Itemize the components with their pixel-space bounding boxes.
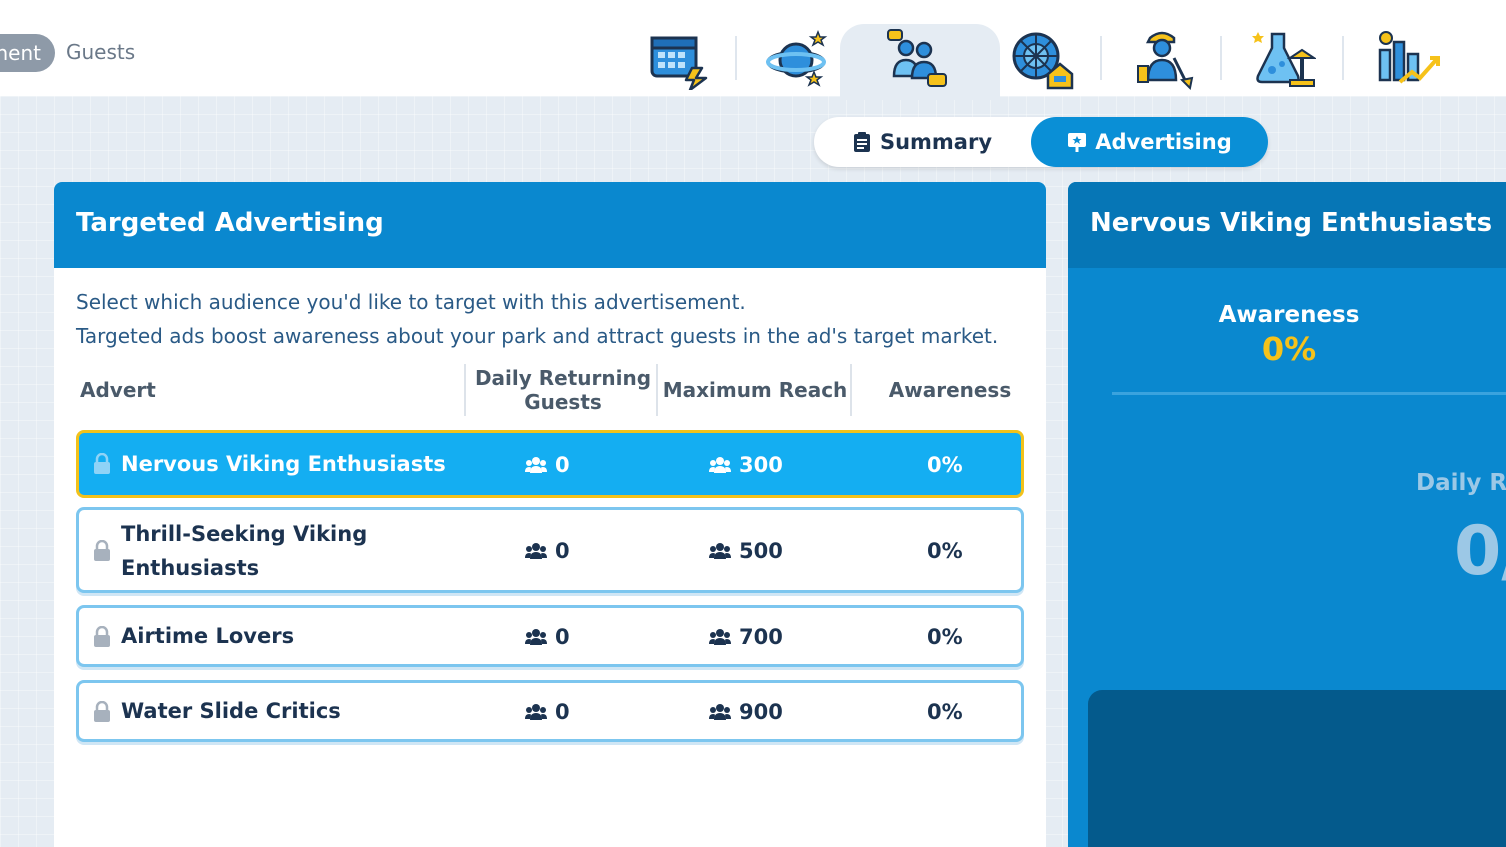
max-reach-cell: 700 xyxy=(709,625,783,649)
nav-separator xyxy=(1342,36,1344,80)
guests-icon xyxy=(525,629,547,645)
guests-icon xyxy=(525,543,547,559)
nav-separator xyxy=(1220,36,1222,80)
column-header-maximum-reach: Maximum Reach xyxy=(662,378,848,402)
advertising-tab[interactable]: Advertising xyxy=(1031,117,1268,167)
max-reach-value: 700 xyxy=(739,625,783,649)
nav-separator xyxy=(1100,36,1102,80)
guests-icon xyxy=(525,457,547,473)
awareness-label: Awareness xyxy=(1218,302,1360,328)
panel-header: Targeted Advertising xyxy=(54,182,1046,268)
research-icon[interactable] xyxy=(1248,26,1318,92)
top-nav-bar: nent Guests xyxy=(0,0,1506,100)
column-header-advert: Advert xyxy=(80,378,156,402)
awareness-value: 0% xyxy=(927,700,963,724)
max-reach-cell: 500 xyxy=(709,539,783,563)
panel-title: Targeted Advertising xyxy=(76,208,384,238)
guests-icon[interactable] xyxy=(882,26,952,92)
lock-icon xyxy=(94,540,110,561)
finance-chart-icon[interactable] xyxy=(1372,26,1442,92)
advert-row[interactable]: Airtime Lovers 0 700 0% xyxy=(76,605,1024,667)
guests-icon xyxy=(709,704,731,720)
description-line-1: Select which audience you'd like to targ… xyxy=(76,290,746,314)
planet-icon[interactable] xyxy=(762,26,832,92)
daily-returning-value: 0 xyxy=(555,625,570,649)
janitor-icon[interactable] xyxy=(1128,26,1198,92)
guests-icon xyxy=(709,543,731,559)
daily-returning-cell: 0 xyxy=(525,625,570,649)
audience-detail-panel: Nervous Viking Enthusiasts Awareness 0% … xyxy=(1068,182,1506,847)
lock-icon xyxy=(94,701,110,722)
lock-icon xyxy=(94,626,110,647)
max-reach-value: 300 xyxy=(739,453,783,477)
daily-returning-value: 0 xyxy=(555,700,570,724)
awareness-value: 0% xyxy=(927,539,963,563)
daily-returning-value: 0 xyxy=(555,539,570,563)
daily-returning-cell: 0 xyxy=(525,700,570,724)
detail-lower-section xyxy=(1088,690,1506,847)
advertising-tab-label: Advertising xyxy=(1095,130,1232,154)
max-reach-cell: 900 xyxy=(709,700,783,724)
guests-icon xyxy=(525,704,547,720)
daily-returning-label: Daily Re xyxy=(1416,470,1506,496)
column-header-daily-returning: Daily Returning Guests xyxy=(474,366,652,414)
guests-icon xyxy=(709,629,731,645)
awareness-value: 0% xyxy=(927,625,963,649)
daily-returning-value: 0 xyxy=(555,453,570,477)
advert-name: Nervous Viking Enthusiasts xyxy=(121,452,446,476)
billboard-icon xyxy=(1068,133,1087,152)
column-separator xyxy=(464,364,466,416)
summary-tab[interactable]: Summary xyxy=(814,117,1030,167)
advert-row[interactable]: Water Slide Critics 0 900 0% xyxy=(76,680,1024,742)
breadcrumb-previous[interactable]: nent xyxy=(0,34,55,72)
advert-row[interactable]: Thrill-Seeking Viking Enthusiasts 0 500 … xyxy=(76,507,1024,593)
advert-name: Water Slide Critics xyxy=(121,699,341,723)
max-reach-value: 500 xyxy=(739,539,783,563)
targeted-advertising-panel: Targeted Advertising Select which audien… xyxy=(54,182,1046,847)
nav-separator xyxy=(735,36,737,80)
max-reach-cell: 300 xyxy=(709,453,783,477)
awareness-value: 0% xyxy=(927,453,963,477)
column-separator xyxy=(656,364,658,416)
ferris-wheel-icon[interactable] xyxy=(1006,26,1076,92)
daily-returning-cell: 0 xyxy=(525,453,570,477)
column-separator xyxy=(850,364,852,416)
view-toggle: Summary Advertising xyxy=(814,117,1268,167)
column-header-awareness: Awareness xyxy=(888,378,1012,402)
lock-icon xyxy=(94,453,110,474)
calendar-icon[interactable] xyxy=(644,26,714,92)
clipboard-icon xyxy=(853,132,870,152)
awareness-percentage: 0% xyxy=(1261,330,1317,368)
summary-tab-label: Summary xyxy=(879,130,993,154)
daily-returning-value: 0/ xyxy=(1454,512,1506,591)
guests-icon xyxy=(709,457,731,473)
daily-returning-cell: 0 xyxy=(525,539,570,563)
description-line-2: Targeted ads boost awareness about your … xyxy=(76,324,999,348)
detail-panel-header: Nervous Viking Enthusiasts xyxy=(1068,182,1506,268)
breadcrumb-current: Guests xyxy=(66,40,136,64)
advert-name: Thrill-Seeking Viking Enthusiasts xyxy=(121,522,368,580)
divider xyxy=(1112,392,1506,395)
max-reach-value: 900 xyxy=(739,700,783,724)
detail-panel-title: Nervous Viking Enthusiasts xyxy=(1090,208,1493,238)
advert-row[interactable]: Nervous Viking Enthusiasts 0 300 0% xyxy=(76,430,1024,498)
advert-name: Airtime Lovers xyxy=(121,624,295,648)
